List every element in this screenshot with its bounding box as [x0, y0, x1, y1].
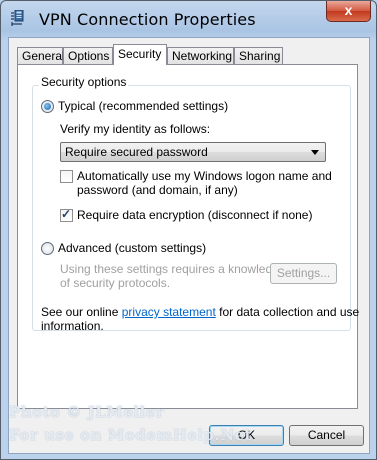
close-button[interactable]: x: [326, 1, 371, 22]
window-title: VPN Connection Properties: [39, 10, 256, 29]
close-icon: x: [344, 2, 353, 18]
security-tab-panel: Security options Typical (recommended se…: [17, 64, 359, 409]
auto-logon-label-line1[interactable]: Automatically use my Windows logon name …: [77, 169, 332, 183]
typical-radio-label[interactable]: Typical (recommended settings): [58, 99, 228, 113]
auto-logon-checkbox[interactable]: [60, 170, 73, 183]
advanced-radio[interactable]: [41, 242, 54, 255]
settings-button[interactable]: Settings...: [270, 263, 337, 284]
watermark-line2: For use on ModemHelp.Net: [9, 426, 253, 444]
privacy-text: See our online privacy statement for dat…: [41, 305, 359, 319]
chevron-down-icon: [311, 150, 319, 155]
auto-logon-label-line2[interactable]: password (and domain, if any): [77, 183, 238, 197]
network-connection-icon: [11, 10, 24, 26]
advanced-desc-line1: Using these settings requires a knowledg…: [60, 262, 286, 276]
encryption-label[interactable]: Require data encryption (disconnect if n…: [77, 208, 312, 222]
verify-identity-label: Verify my identity as follows:: [60, 122, 211, 136]
tab-general[interactable]: General: [17, 47, 65, 64]
verify-identity-dropdown[interactable]: Require secured password: [60, 142, 326, 162]
checkmark-icon: ✓: [61, 207, 72, 221]
title-bar[interactable]: VPN Connection Properties x: [1, 1, 376, 37]
group-label: Security options: [39, 75, 129, 89]
encryption-checkbox[interactable]: ✓: [60, 207, 73, 222]
dialog-client: General Options Security Networking Shar…: [8, 37, 370, 454]
dropdown-value: Require secured password: [65, 145, 208, 159]
dialog-window: VPN Connection Properties x General Opti…: [0, 0, 377, 460]
privacy-text-line2: information.: [41, 319, 104, 333]
privacy-suffix: for data collection and use: [215, 305, 360, 319]
watermark-line1: Photo © JLMeller: [9, 403, 165, 421]
tab-networking[interactable]: Networking: [167, 47, 234, 64]
typical-radio[interactable]: [41, 100, 54, 113]
advanced-radio-label[interactable]: Advanced (custom settings): [58, 241, 206, 255]
tab-options[interactable]: Options: [63, 47, 113, 64]
tab-security[interactable]: Security: [113, 44, 167, 65]
privacy-statement-link[interactable]: privacy statement: [122, 305, 216, 319]
privacy-prefix: See our online: [41, 305, 122, 319]
tab-sharing[interactable]: Sharing: [234, 47, 283, 64]
advanced-desc-line2: of security protocols.: [60, 276, 171, 290]
cancel-button[interactable]: Cancel: [289, 425, 364, 446]
